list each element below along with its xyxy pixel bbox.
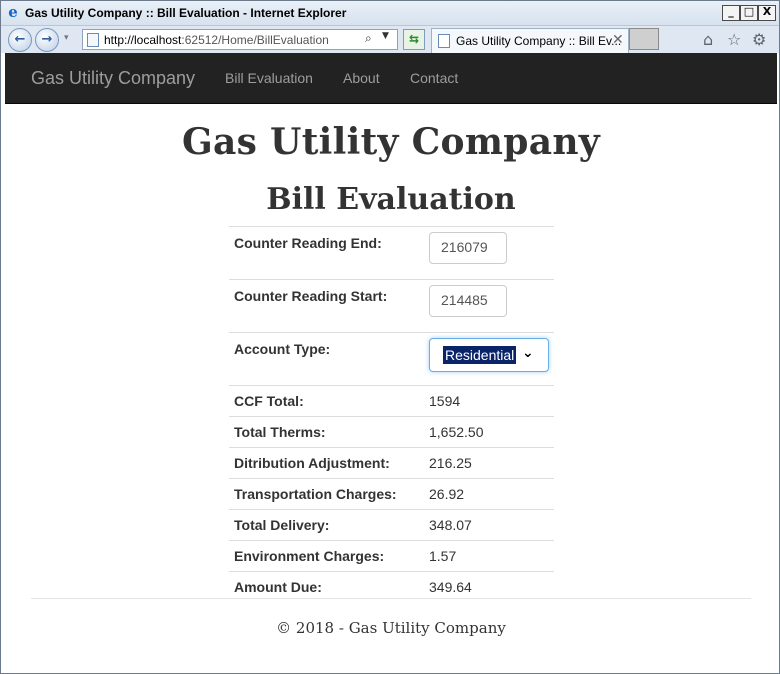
page-icon [87, 33, 99, 47]
footer-divider [31, 598, 751, 599]
total-therms-label: Total Therms: [229, 416, 424, 448]
settings-gear-icon[interactable]: ⚙ [752, 30, 766, 49]
transportation-charges-value: 26.92 [424, 478, 554, 510]
table-row: Counter Reading End: 216079 [229, 226, 554, 280]
nav-link-about[interactable]: About [343, 70, 380, 86]
table-row: CCF Total: 1594 [229, 385, 554, 417]
environment-charges-value: 1.57 [424, 540, 554, 572]
transportation-charges-label: Transportation Charges: [229, 478, 424, 510]
window-title: Gas Utility Company :: Bill Evaluation -… [25, 6, 347, 20]
environment-charges-label: Environment Charges: [229, 540, 424, 572]
table-row: Environment Charges: 1.57 [229, 540, 554, 572]
close-button[interactable]: X [758, 5, 776, 21]
counter-start-input[interactable]: 214485 [429, 285, 507, 317]
browser-toolbar: ← → ▾ http://localhost:62512/Home/BillEv… [1, 26, 779, 53]
counter-end-label: Counter Reading End: [229, 226, 424, 280]
tab-page-icon [438, 34, 450, 48]
new-tab-button[interactable] [629, 28, 659, 50]
ccf-total-label: CCF Total: [229, 385, 424, 417]
total-therms-value: 1,652.50 [424, 416, 554, 448]
counter-start-label: Counter Reading Start: [229, 279, 424, 333]
minimize-button[interactable]: _ [722, 5, 740, 21]
distribution-adjustment-label: Ditribution Adjustment: [229, 447, 424, 479]
page-content: Gas Utility Company Bill Evaluation Coun… [5, 104, 777, 671]
tab-title: Gas Utility Company :: Bill Ev... [456, 34, 622, 48]
address-url[interactable]: http://localhost:62512/Home/BillEvaluati… [104, 33, 329, 47]
page-footer: © 2018 - Gas Utility Company [276, 619, 506, 637]
maximize-button[interactable]: □ [740, 5, 758, 21]
refresh-icon[interactable]: ⇆ [403, 29, 425, 50]
nav-link-contact[interactable]: Contact [410, 70, 458, 86]
title-bar: e Gas Utility Company :: Bill Evaluation… [1, 1, 779, 26]
address-dropdown-icon[interactable]: ▼ [382, 31, 389, 41]
ccf-total-value: 1594 [424, 385, 554, 417]
history-dropdown-icon[interactable]: ▾ [64, 33, 69, 43]
tab-close-icon[interactable]: ✕ [612, 32, 624, 48]
favorites-star-icon[interactable]: ☆ [727, 30, 741, 49]
distribution-adjustment-value: 216.25 [424, 447, 554, 479]
total-delivery-value: 348.07 [424, 509, 554, 541]
table-row: Account Type: Residential ⌄ [229, 332, 554, 386]
table-row: Transportation Charges: 26.92 [229, 478, 554, 510]
internet-explorer-icon: e [8, 3, 18, 21]
table-row: Ditribution Adjustment: 216.25 [229, 447, 554, 479]
nav-link-bill-evaluation[interactable]: Bill Evaluation [225, 70, 313, 86]
forward-icon[interactable]: → [35, 28, 59, 52]
home-icon[interactable]: ⌂ [703, 30, 713, 49]
navbar-brand[interactable]: Gas Utility Company [31, 68, 195, 89]
back-icon[interactable]: ← [8, 28, 32, 52]
table-row: Counter Reading Start: 214485 [229, 279, 554, 333]
bill-evaluation-table: Counter Reading End: 216079 Counter Read… [229, 226, 554, 602]
counter-end-input[interactable]: 216079 [429, 232, 507, 264]
site-navbar: Gas Utility Company Bill Evaluation Abou… [5, 53, 777, 104]
table-row: Total Delivery: 348.07 [229, 509, 554, 541]
total-delivery-label: Total Delivery: [229, 509, 424, 541]
account-type-selected-value: Residential [443, 346, 517, 364]
chevron-down-icon[interactable]: ⌄ [522, 345, 534, 361]
account-type-label: Account Type: [229, 332, 424, 386]
account-type-select[interactable]: Residential ⌄ [429, 338, 549, 372]
page-subtitle: Bill Evaluation [266, 182, 516, 217]
browser-tab[interactable]: Gas Utility Company :: Bill Ev... ✕ [431, 28, 629, 53]
address-bar[interactable]: http://localhost:62512/Home/BillEvaluati… [82, 29, 398, 50]
browser-window: e Gas Utility Company :: Bill Evaluation… [0, 0, 780, 674]
page-title: Gas Utility Company [181, 121, 601, 163]
address-search-icon[interactable]: ⌕ [365, 31, 372, 46]
table-row: Total Therms: 1,652.50 [229, 416, 554, 448]
